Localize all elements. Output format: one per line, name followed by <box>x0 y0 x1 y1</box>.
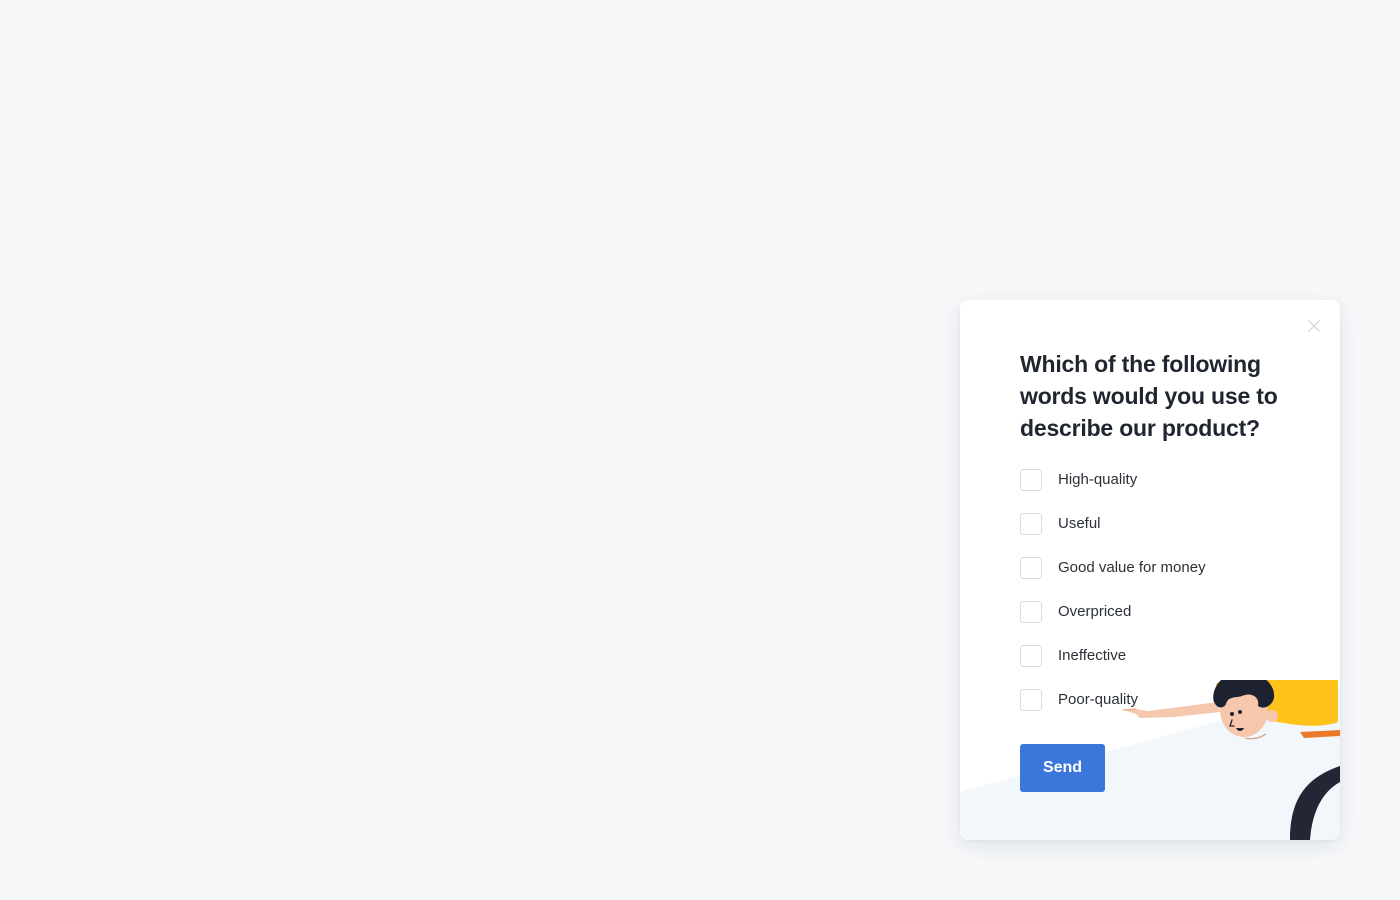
checkbox[interactable] <box>1020 557 1042 579</box>
option-poor-quality[interactable]: Poor-quality <box>1020 688 1300 712</box>
option-label: Useful <box>1058 515 1101 532</box>
option-label: Ineffective <box>1058 647 1127 664</box>
option-label: Good value for money <box>1058 559 1206 576</box>
option-overpriced[interactable]: Overpriced <box>1020 600 1300 624</box>
survey-question: Which of the following words would you u… <box>1020 351 1278 441</box>
checkbox[interactable] <box>1020 469 1042 491</box>
options-list: High-quality Useful Good value for money… <box>1020 468 1300 732</box>
page: Which of the following words would you u… <box>0 0 1400 900</box>
checkbox[interactable] <box>1020 645 1042 667</box>
checkbox[interactable] <box>1020 601 1042 623</box>
close-icon <box>1308 320 1320 332</box>
option-good-value-for-money[interactable]: Good value for money <box>1020 556 1300 580</box>
checkbox[interactable] <box>1020 513 1042 535</box>
option-label: Poor-quality <box>1058 691 1139 708</box>
checkbox[interactable] <box>1020 689 1042 711</box>
survey-popup: Which of the following words would you u… <box>960 300 1340 840</box>
option-label: High-quality <box>1058 471 1138 488</box>
option-useful[interactable]: Useful <box>1020 512 1300 536</box>
send-button[interactable]: Send <box>1020 744 1105 792</box>
option-ineffective[interactable]: Ineffective <box>1020 644 1300 668</box>
option-high-quality[interactable]: High-quality <box>1020 468 1300 492</box>
option-label: Overpriced <box>1058 603 1132 620</box>
close-button[interactable] <box>1304 316 1324 336</box>
